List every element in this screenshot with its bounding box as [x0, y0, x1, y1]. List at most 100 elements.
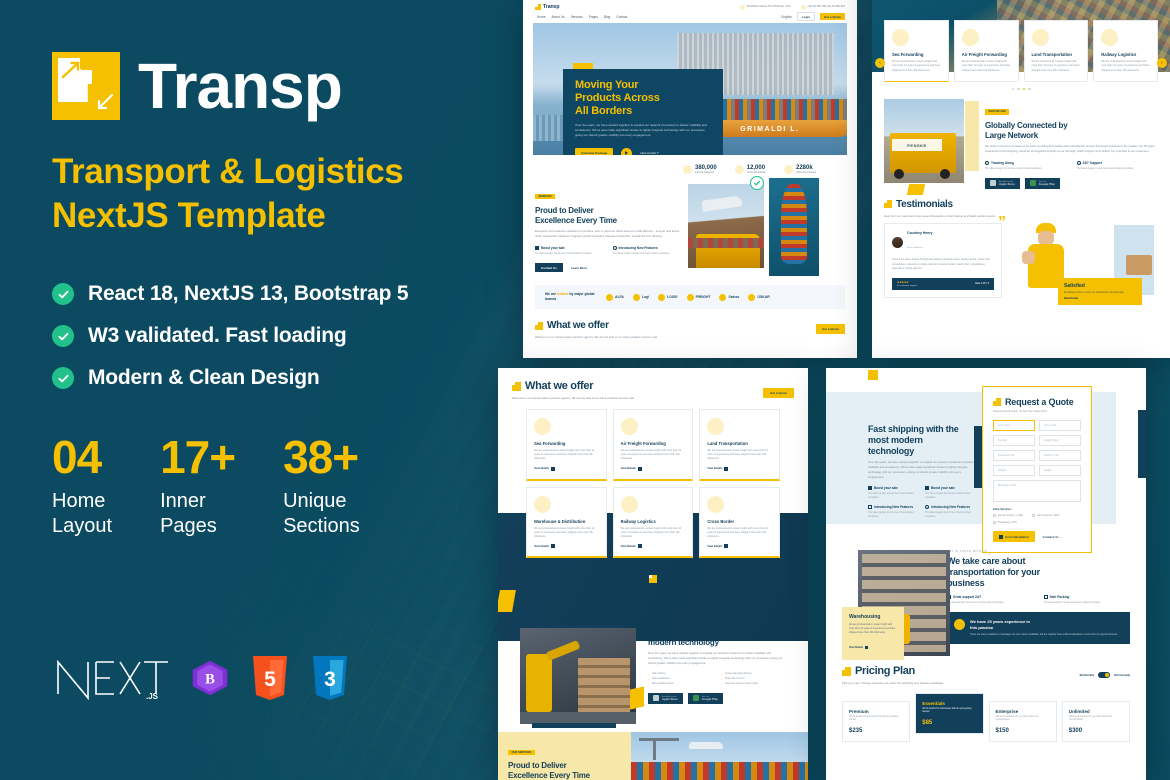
apple-store-button[interactable]: Available on the Apple Store	[985, 177, 1020, 189]
brand-logo-freight: FREIGHT	[686, 293, 710, 301]
stat-parcels: 380,000 Parcels Shipped	[683, 165, 717, 174]
service-card-air-freight[interactable]: Air Freight Forwarding We are profession…	[612, 408, 694, 481]
email-field[interactable]: Your email	[1039, 420, 1081, 431]
full-name-field[interactable]: Your name	[993, 420, 1035, 431]
play-video-button[interactable]	[621, 147, 633, 155]
site-logo[interactable]: Transp	[535, 4, 560, 10]
view-details-link[interactable]: View Details	[621, 544, 686, 549]
site-navbar[interactable]: Home About Us Services Pages Blog Contac…	[523, 10, 857, 23]
service-card-cross-border[interactable]: Cross Border We are professional in ocea…	[699, 486, 780, 559]
chevron-right-icon[interactable]: ›	[1157, 58, 1167, 68]
packaging-checkbox[interactable]: Packaging (+ $15)	[993, 521, 1017, 524]
request-quote-form[interactable]: Request a Quote Request Fill All Inquiry…	[982, 386, 1092, 553]
get-a-quote-button[interactable]: Get a Quote	[819, 12, 845, 21]
chart-icon	[925, 486, 929, 491]
nav-item-home[interactable]: Home	[537, 15, 546, 19]
google-play-button[interactable]: Get it on Google Play	[1024, 177, 1060, 189]
service-card-railway-logistics[interactable]: Railway Logistics We are professional in…	[612, 486, 694, 559]
learn-more-link[interactable]: Learn More	[571, 266, 587, 270]
view-details-link[interactable]: View Details	[534, 466, 599, 471]
service-text: We are professional in ocean freight wit…	[707, 526, 768, 539]
service-card-railway-logistics[interactable]: Railway Logistics We are professional in…	[1093, 20, 1158, 82]
network-eyebrow: WHO WE ARE	[985, 108, 1010, 115]
apple-store-button[interactable]: Available on the Apple Store	[648, 692, 683, 704]
weight-field[interactable]: Weight	[993, 465, 1035, 476]
extra-services-checkboxes[interactable]: Express Delivery (+ $50) Add Insurance (…	[993, 514, 1081, 524]
billing-toggle[interactable]: Bill Monthly Bill Annually	[1080, 672, 1130, 679]
nav-item-pages[interactable]: Pages	[589, 15, 598, 19]
app-store-buttons[interactable]: Available on the Apple Store Get it on Goo…	[648, 692, 786, 704]
satisfied-link[interactable]: Read Details	[1064, 297, 1136, 300]
fast-features: Boost your sale The latest design trends…	[868, 486, 976, 518]
penske-yellow-truck-photo: PENSKE	[884, 99, 964, 184]
view-details-link[interactable]: View Details	[534, 544, 599, 549]
cost-calculation-button[interactable]: Cost Calculation	[993, 531, 1035, 542]
nav-item-blog[interactable]: Blog	[604, 15, 610, 19]
view-details-link[interactable]: View Details	[621, 466, 686, 471]
service-card-sea-forwarding[interactable]: Sea Forwarding We are professional in oc…	[526, 408, 607, 481]
testimonials-title: Testimonials	[896, 198, 953, 210]
add-insurance-checkbox[interactable]: Add Insurance (+$25)	[1032, 514, 1059, 517]
care-feature-packing: Safe Packing The latest design trends me…	[1043, 595, 1101, 605]
fast-title-line-2: most modern	[868, 434, 923, 445]
nav-item-about[interactable]: About Us	[552, 15, 565, 19]
avatar	[892, 236, 903, 248]
stats-row: 04 Home Layout 17+ Inner Pages 38+ Uniqu…	[52, 434, 500, 539]
login-button[interactable]: Login	[796, 11, 815, 22]
pricing-cards[interactable]: Premium All the basics for businesses th…	[842, 692, 1130, 743]
pricing-card-unlimited[interactable]: Unlimited Advanced features for you who …	[1061, 700, 1130, 743]
fast-title-line-1: Fast shipping with the	[868, 424, 959, 434]
express-delivery-checkbox[interactable]: Express Delivery (+ $50)	[993, 514, 1023, 517]
nav-item-contact[interactable]: Contact	[616, 15, 627, 19]
pricing-card-essentials[interactable]: Essentials All the basics for businesses…	[915, 692, 984, 735]
height-field[interactable]: Height	[1039, 465, 1081, 476]
contact-us-button[interactable]: Contact Us	[535, 263, 563, 273]
warehousing-link[interactable]: View Details	[849, 646, 868, 649]
fast-title-line-3: technology	[868, 445, 915, 456]
services-grid[interactable]: Sea Forwarding We are professional in oc…	[498, 401, 808, 559]
dot	[1017, 87, 1020, 91]
logo-mark-icon	[535, 321, 543, 330]
service-card-sea-forwarding[interactable]: Sea Forwarding We are professional in oc…	[884, 20, 949, 82]
service-card-warehouse-distribution[interactable]: Warehouse & Distribution We are professi…	[526, 486, 607, 559]
svg-text:3: 3	[324, 668, 336, 691]
billing-switch[interactable]	[1098, 672, 1111, 679]
offer-get-a-quote-button[interactable]: Get a Quote	[762, 388, 794, 398]
certified-badge-icon	[750, 176, 764, 190]
fast-checklist: ✓ Task tracking ✓ Create task dependencies…	[648, 673, 786, 686]
network-feature-support: 24/7 Support The latest design trends me…	[1076, 160, 1159, 171]
departure-city-field[interactable]: Departure City	[993, 450, 1035, 461]
service-card-air-freight[interactable]: Air Freight Forwarding We are profession…	[953, 20, 1019, 82]
contact-us-link[interactable]: Contact Us →	[1043, 535, 1063, 539]
offer-get-a-quote-button[interactable]: Get a Quote	[815, 324, 845, 335]
calculate-package-button[interactable]: Calculate Package	[575, 148, 614, 155]
freight-type-select[interactable]: Freight Type ⌄	[1039, 435, 1081, 446]
mockup-quote-page[interactable]: Fast shipping with the most modern techn…	[826, 368, 1146, 780]
testimonial-card: Courtney Henry Bank of America Access th…	[884, 223, 1002, 298]
phone-icon	[800, 4, 806, 10]
form-fields[interactable]: Your name Your email Number Freight Type…	[993, 420, 1081, 476]
svg-text:.JS: .JS	[146, 692, 159, 701]
pricing-card-enterprise[interactable]: Enterprise Advanced features for you who…	[988, 700, 1057, 743]
view-details-link[interactable]: View Details	[707, 466, 772, 471]
view-details-link[interactable]: View Details	[707, 544, 772, 549]
message-textarea[interactable]: Message / Note	[993, 480, 1081, 502]
google-play-button[interactable]: Get it on Google Play	[687, 692, 723, 704]
service-card-land-transportation[interactable]: Land Transportation We are professional …	[1023, 20, 1089, 82]
check-circle-icon	[52, 283, 74, 306]
language-selector[interactable]: English	[781, 15, 791, 19]
mockup-services-page[interactable]: What we offer Welcome to our transportat…	[498, 368, 808, 780]
pricing-card-premium[interactable]: Premium All the basics for businesses th…	[842, 700, 911, 743]
feature-label: React 18, NextJS 13, Bootstrap 5	[88, 282, 409, 306]
nav-item-services[interactable]: Services	[571, 15, 583, 19]
service-card-land-transportation[interactable]: Land Transportation We are professional …	[699, 408, 780, 481]
about-section: SERVICES Proud to Deliver Excellence Eve…	[523, 174, 857, 276]
number-field[interactable]: Number	[993, 435, 1035, 446]
mockup-home-page-1[interactable]: Transp 36 Wilshire Street NY1 8746 Etc. …	[523, 0, 857, 358]
services-carousel[interactable]: Sea Forwarding We are professional in oc…	[872, 20, 1170, 82]
mockup-home-page-2[interactable]: Our experienced team of problem solvers …	[872, 0, 1170, 358]
delivery-city-field[interactable]: Delivery City	[1039, 450, 1081, 461]
app-store-buttons[interactable]: Available on the Apple Store Get it on Goo…	[985, 177, 1158, 189]
calculator-icon	[999, 534, 1003, 539]
chevron-left-icon[interactable]: ‹	[875, 58, 885, 68]
